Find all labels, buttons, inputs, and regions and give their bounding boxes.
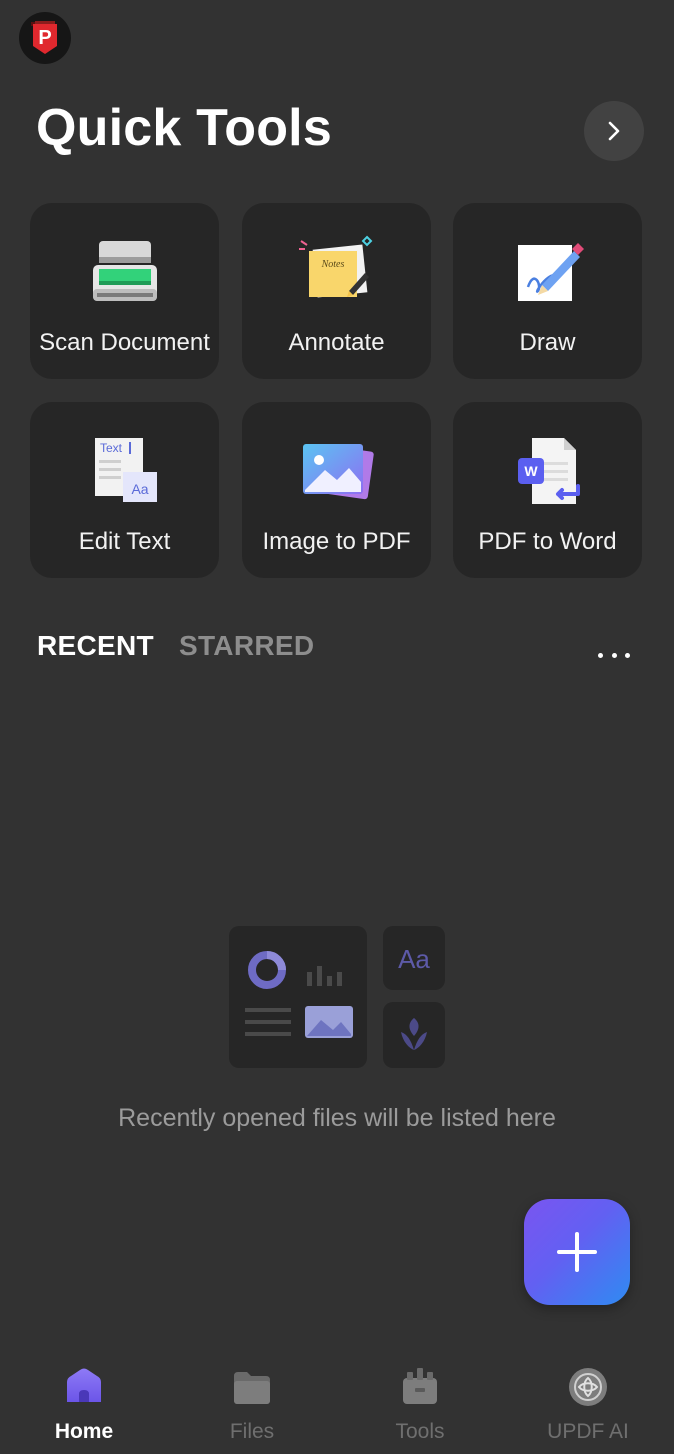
tool-label: Draw xyxy=(519,329,576,356)
tool-label: Annotate xyxy=(288,329,385,356)
word-doc-icon: W xyxy=(517,438,580,504)
tool-label: Edit Text xyxy=(78,528,171,555)
nav-label: UPDF AI xyxy=(547,1420,629,1443)
more-options-icon[interactable] xyxy=(598,640,630,670)
page-title: Quick Tools xyxy=(36,99,332,157)
svg-text:Aa: Aa xyxy=(131,481,148,497)
plus-icon xyxy=(557,1232,597,1272)
draw-icon xyxy=(517,243,584,301)
empty-state-illustration: Aa xyxy=(229,926,445,1068)
avatar[interactable]: P xyxy=(19,12,71,64)
add-button[interactable] xyxy=(524,1199,630,1305)
edit-text-icon: Text Aa xyxy=(94,438,157,502)
folder-icon xyxy=(234,1372,270,1404)
tool-edit-text[interactable]: Text Aa Edit Text xyxy=(30,402,219,578)
tool-scan-document[interactable]: Scan Document xyxy=(30,203,219,379)
tool-draw[interactable]: Draw xyxy=(453,203,642,379)
tab-recent[interactable]: RECENT xyxy=(37,630,154,662)
toolbox-icon xyxy=(403,1368,437,1404)
chevron-right-icon xyxy=(608,121,620,141)
tool-label: Image to PDF xyxy=(262,528,411,555)
svg-text:W: W xyxy=(524,463,538,479)
svg-text:Aa: Aa xyxy=(398,944,430,974)
nav-label: Tools xyxy=(395,1420,445,1443)
quick-tools-more-button[interactable] xyxy=(584,101,644,161)
tool-annotate[interactable]: Notes Annotate xyxy=(242,203,431,379)
tool-image-to-pdf[interactable]: Image to PDF xyxy=(242,402,431,578)
svg-text:Text: Text xyxy=(100,441,123,455)
tool-label: PDF to Word xyxy=(478,528,617,555)
home-icon xyxy=(67,1368,101,1402)
empty-state-message: Recently opened files will be listed her… xyxy=(118,1104,556,1132)
svg-text:P: P xyxy=(38,27,51,49)
tool-label: Scan Document xyxy=(39,329,210,356)
nav-tools[interactable]: Tools xyxy=(336,1350,504,1454)
nav-label: Files xyxy=(229,1420,275,1443)
bottom-navigation: Home Files Tools UPDF AI xyxy=(0,1350,674,1454)
nav-updf-ai[interactable]: UPDF AI xyxy=(504,1350,672,1454)
ai-icon xyxy=(569,1368,607,1406)
nav-home[interactable]: Home xyxy=(0,1350,168,1454)
notes-icon: Notes xyxy=(298,235,372,298)
scanner-icon xyxy=(92,241,157,301)
tab-starred[interactable]: STARRED xyxy=(179,630,314,662)
nav-label: Home xyxy=(54,1420,114,1443)
image-icon xyxy=(302,444,374,500)
tool-pdf-to-word[interactable]: W PDF to Word xyxy=(453,402,642,578)
svg-text:Notes: Notes xyxy=(320,259,344,270)
app-logo-icon: P xyxy=(31,21,57,54)
nav-files[interactable]: Files xyxy=(168,1350,336,1454)
